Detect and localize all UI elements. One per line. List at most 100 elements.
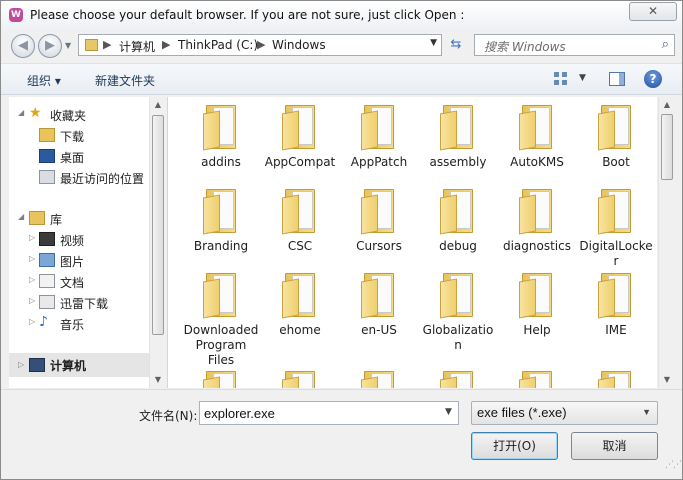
- scroll-down-icon[interactable]: ▼: [659, 375, 675, 384]
- folder-icon: [439, 369, 477, 388]
- tree-item-documents[interactable]: ▷ 文档: [9, 272, 149, 292]
- folder-item[interactable]: AutoKMS: [499, 103, 575, 170]
- refresh-icon[interactable]: ⇆: [444, 34, 468, 56]
- folder-label: Globalization: [422, 323, 494, 352]
- folder-item[interactable]: [499, 369, 575, 388]
- filename-dropdown-icon[interactable]: ▼: [445, 407, 452, 417]
- breadcrumb-separator[interactable]: ▶: [257, 38, 265, 51]
- folder-label: addins: [201, 155, 241, 169]
- folder-label: AppCompat: [264, 155, 336, 169]
- folder-item[interactable]: [262, 369, 338, 388]
- cancel-button[interactable]: 取消: [571, 432, 658, 460]
- forward-button[interactable]: ▶: [38, 34, 62, 58]
- collapse-icon[interactable]: ▷: [29, 317, 35, 326]
- folder-item[interactable]: CSC: [262, 187, 338, 254]
- folder-item[interactable]: Globalization: [420, 271, 496, 353]
- organize-button[interactable]: 组织 ▾: [27, 72, 61, 89]
- breadcrumb-computer[interactable]: 计算机: [119, 38, 155, 55]
- breadcrumb-windows[interactable]: Windows: [272, 38, 326, 52]
- preview-pane-icon[interactable]: [609, 72, 625, 86]
- collapse-icon[interactable]: ▷: [29, 296, 35, 305]
- folder-icon: [518, 271, 556, 319]
- folder-label: Cursors: [356, 239, 402, 253]
- tree-item-videos[interactable]: ▷ 视频: [9, 230, 149, 250]
- scrollbar-thumb[interactable]: [661, 114, 673, 180]
- view-dropdown-icon[interactable]: ▼: [579, 73, 586, 83]
- folder-icon: [202, 369, 240, 388]
- folder-icon: [360, 187, 398, 235]
- back-button[interactable]: ◀: [11, 34, 35, 58]
- folder-item[interactable]: DigitalLocker: [578, 187, 654, 269]
- folder-item[interactable]: Boot: [578, 103, 654, 170]
- tree-item-label: 库: [50, 213, 63, 227]
- folder-item[interactable]: en-US: [341, 271, 417, 338]
- tree-item-downloads[interactable]: 下载: [9, 126, 149, 146]
- folder-label: diagnostics: [502, 239, 571, 253]
- breadcrumb-separator[interactable]: ▶: [162, 38, 170, 51]
- folder-item[interactable]: [420, 369, 496, 388]
- tree-item-computer[interactable]: ▷ 计算机: [9, 353, 149, 377]
- app-icon: W: [9, 8, 23, 22]
- close-button[interactable]: ✕: [629, 2, 677, 21]
- folder-item[interactable]: AppCompat: [262, 103, 338, 170]
- recent-locations-icon[interactable]: ▼: [65, 41, 71, 50]
- scroll-up-icon[interactable]: ▲: [659, 100, 675, 109]
- folder-item[interactable]: Downloaded Program Files: [183, 271, 259, 368]
- folder-item[interactable]: Cursors: [341, 187, 417, 254]
- tree-item-libraries[interactable]: ◢ 库: [9, 209, 149, 229]
- search-icon[interactable]: ⌕: [662, 37, 669, 52]
- folder-icon: [439, 187, 477, 235]
- folder-item[interactable]: diagnostics: [499, 187, 575, 254]
- new-folder-button[interactable]: 新建文件夹: [95, 72, 155, 89]
- folder-item[interactable]: addins: [183, 103, 259, 170]
- view-options-icon[interactable]: [554, 72, 568, 86]
- tree-item-recent[interactable]: 最近访问的位置: [9, 168, 159, 188]
- folder-item[interactable]: [183, 369, 259, 388]
- tree-item-thunder-downloads[interactable]: ▷ 迅雷下载: [9, 293, 149, 313]
- collapse-icon[interactable]: ▷: [29, 233, 35, 242]
- expand-icon[interactable]: ◢: [18, 108, 24, 117]
- search-input[interactable]: 搜索 Windows ⌕: [474, 34, 675, 56]
- collapse-icon[interactable]: ▷: [18, 360, 24, 369]
- expand-icon[interactable]: ◢: [18, 212, 24, 221]
- filename-input[interactable]: [199, 401, 459, 425]
- folder-icon: [597, 271, 635, 319]
- scrollbar-thumb[interactable]: [152, 115, 164, 335]
- navigation-pane: ◢ ★ 收藏夹 下载 桌面 最近访问的位置 ◢ 库 ▷ 视频 ▷ 图片 ▷ 文档…: [9, 97, 166, 388]
- folder-item[interactable]: assembly: [420, 103, 496, 170]
- file-list-scrollbar[interactable]: ▲ ▼: [658, 97, 675, 388]
- folder-item[interactable]: ehome: [262, 271, 338, 338]
- address-bar[interactable]: ▶ 计算机 ▶ ThinkPad (C:) ▶ Windows ▼: [78, 34, 442, 56]
- tree-item-label: 计算机: [50, 359, 87, 373]
- tree-item-favorites[interactable]: ◢ ★ 收藏夹: [9, 105, 149, 125]
- breadcrumb-drive[interactable]: ThinkPad (C:): [178, 38, 258, 52]
- open-button[interactable]: 打开(O): [471, 432, 558, 460]
- navigation-pane-scrollbar[interactable]: ▲ ▼: [149, 97, 166, 388]
- address-dropdown-icon[interactable]: ▼: [430, 38, 437, 48]
- collapse-icon[interactable]: ▷: [29, 275, 35, 284]
- folder-item[interactable]: [341, 369, 417, 388]
- tree-item-label: 图片: [60, 255, 85, 269]
- folder-label: Boot: [602, 155, 630, 169]
- tree-item-desktop[interactable]: 桌面: [9, 147, 149, 167]
- resize-grip-icon[interactable]: ⋰⋰: [665, 460, 682, 470]
- scroll-up-icon[interactable]: ▲: [150, 100, 166, 109]
- star-icon: ★: [29, 105, 42, 121]
- tree-item-music[interactable]: ▷ ♪ 音乐: [9, 314, 149, 334]
- desktop-icon: [39, 149, 55, 163]
- folder-item[interactable]: Branding: [183, 187, 259, 254]
- tree-item-pictures[interactable]: ▷ 图片: [9, 251, 149, 271]
- folder-item[interactable]: debug: [420, 187, 496, 254]
- scroll-down-icon[interactable]: ▼: [150, 375, 166, 384]
- tree-item-label: 文档: [60, 276, 85, 290]
- collapse-icon[interactable]: ▷: [29, 254, 35, 263]
- computer-icon: [29, 358, 45, 372]
- folder-item[interactable]: AppPatch: [341, 103, 417, 170]
- folder-item[interactable]: Help: [499, 271, 575, 338]
- help-icon[interactable]: ?: [644, 70, 662, 88]
- folder-item[interactable]: IME: [578, 271, 654, 338]
- folder-item[interactable]: [578, 369, 654, 388]
- breadcrumb-separator[interactable]: ▶: [103, 38, 111, 51]
- folder-icon: [597, 103, 635, 151]
- filetype-select[interactable]: exe files (*.exe) ▼: [471, 401, 658, 425]
